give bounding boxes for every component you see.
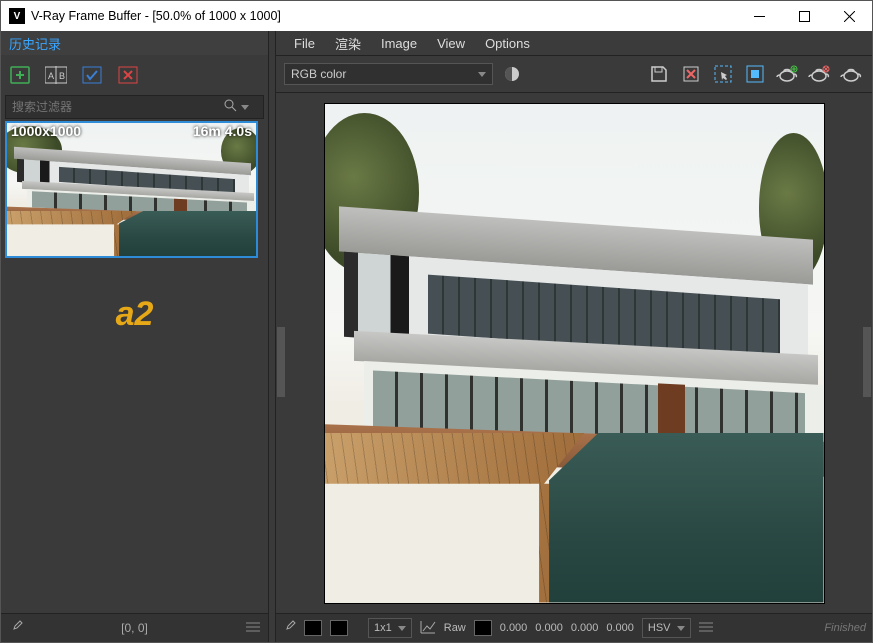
lines-icon[interactable] bbox=[246, 621, 260, 636]
search-row bbox=[5, 95, 264, 119]
channel-selector-label: RGB color bbox=[291, 67, 346, 81]
value-r: 0.000 bbox=[500, 622, 528, 634]
raw-swatch[interactable] bbox=[474, 620, 492, 636]
graph-icon[interactable] bbox=[420, 620, 436, 637]
history-scrollbar[interactable] bbox=[277, 327, 285, 397]
menu-render[interactable]: 渲染 bbox=[327, 32, 369, 55]
window-title: V-Ray Frame Buffer - [50.0% of 1000 x 10… bbox=[31, 9, 737, 23]
teapot-stop-icon[interactable] bbox=[806, 61, 832, 87]
add-history-button[interactable] bbox=[9, 64, 31, 86]
viewport-scrollbar[interactable] bbox=[863, 327, 871, 397]
delete-image-icon[interactable] bbox=[678, 61, 704, 87]
color-mode-selector[interactable]: HSV bbox=[642, 618, 691, 638]
teapot-icon[interactable] bbox=[838, 61, 864, 87]
teapot-start-icon[interactable] bbox=[774, 61, 800, 87]
value-g: 0.000 bbox=[535, 622, 563, 634]
eyedropper-icon[interactable] bbox=[282, 620, 296, 637]
history-toolbar: AB bbox=[1, 55, 268, 95]
color-swatch-right[interactable] bbox=[330, 620, 348, 636]
minimize-button[interactable] bbox=[737, 2, 782, 31]
window-titlebar: V V-Ray Frame Buffer - [50.0% of 1000 x … bbox=[1, 1, 872, 31]
channel-selector[interactable]: RGB color bbox=[284, 63, 493, 85]
history-thumbnail[interactable]: 1000x1000 16m 4.0s bbox=[5, 121, 258, 258]
chevron-down-icon bbox=[478, 72, 486, 77]
thumb-time: 16m 4.0s bbox=[193, 123, 252, 139]
main-toolbar: RGB color bbox=[276, 56, 872, 93]
annotation-a2: a2 bbox=[1, 295, 268, 334]
region-select-icon[interactable] bbox=[710, 61, 736, 87]
svg-text:A: A bbox=[48, 71, 54, 81]
menu-file[interactable]: File bbox=[286, 34, 323, 53]
search-dropdown-icon[interactable] bbox=[241, 105, 263, 110]
confirm-button[interactable] bbox=[81, 64, 103, 86]
search-input[interactable] bbox=[6, 96, 219, 118]
status-text: Finished bbox=[824, 622, 866, 634]
lines-icon[interactable] bbox=[699, 621, 713, 636]
menu-image[interactable]: Image bbox=[373, 34, 425, 53]
delete-button[interactable] bbox=[117, 64, 139, 86]
history-sidebar: 历史记录 AB bbox=[1, 31, 269, 642]
raw-label: Raw bbox=[444, 622, 466, 634]
splitter[interactable] bbox=[269, 31, 276, 642]
svg-text:B: B bbox=[59, 71, 65, 81]
maximize-button[interactable] bbox=[782, 2, 827, 31]
globe-icon[interactable] bbox=[499, 61, 525, 87]
close-button[interactable] bbox=[827, 2, 872, 31]
color-swatch-left[interactable] bbox=[304, 620, 322, 636]
thumb-resolution: 1000x1000 bbox=[11, 123, 81, 139]
search-icon[interactable] bbox=[219, 99, 241, 115]
save-icon[interactable] bbox=[646, 61, 672, 87]
history-heading: 历史记录 bbox=[1, 31, 268, 55]
menubar: File 渲染 Image View Options bbox=[276, 31, 872, 56]
value-a: 0.000 bbox=[606, 622, 634, 634]
render-viewport[interactable] bbox=[276, 93, 872, 613]
statusbar: 1x1 Raw 0.000 0.000 0.000 0.000 HSV Fini… bbox=[276, 613, 872, 642]
compare-ab-button[interactable]: AB bbox=[45, 64, 67, 86]
menu-view[interactable]: View bbox=[429, 34, 473, 53]
cursor-coords: [0, 0] bbox=[121, 621, 148, 635]
eyedropper-icon[interactable] bbox=[9, 620, 23, 637]
value-b: 0.000 bbox=[571, 622, 599, 634]
app-logo-icon: V bbox=[9, 8, 25, 24]
region-clear-icon[interactable] bbox=[742, 61, 768, 87]
sidebar-statusbar: [0, 0] bbox=[1, 613, 268, 642]
render-image bbox=[324, 103, 825, 604]
zoom-selector[interactable]: 1x1 bbox=[368, 618, 412, 638]
menu-options[interactable]: Options bbox=[477, 34, 538, 53]
